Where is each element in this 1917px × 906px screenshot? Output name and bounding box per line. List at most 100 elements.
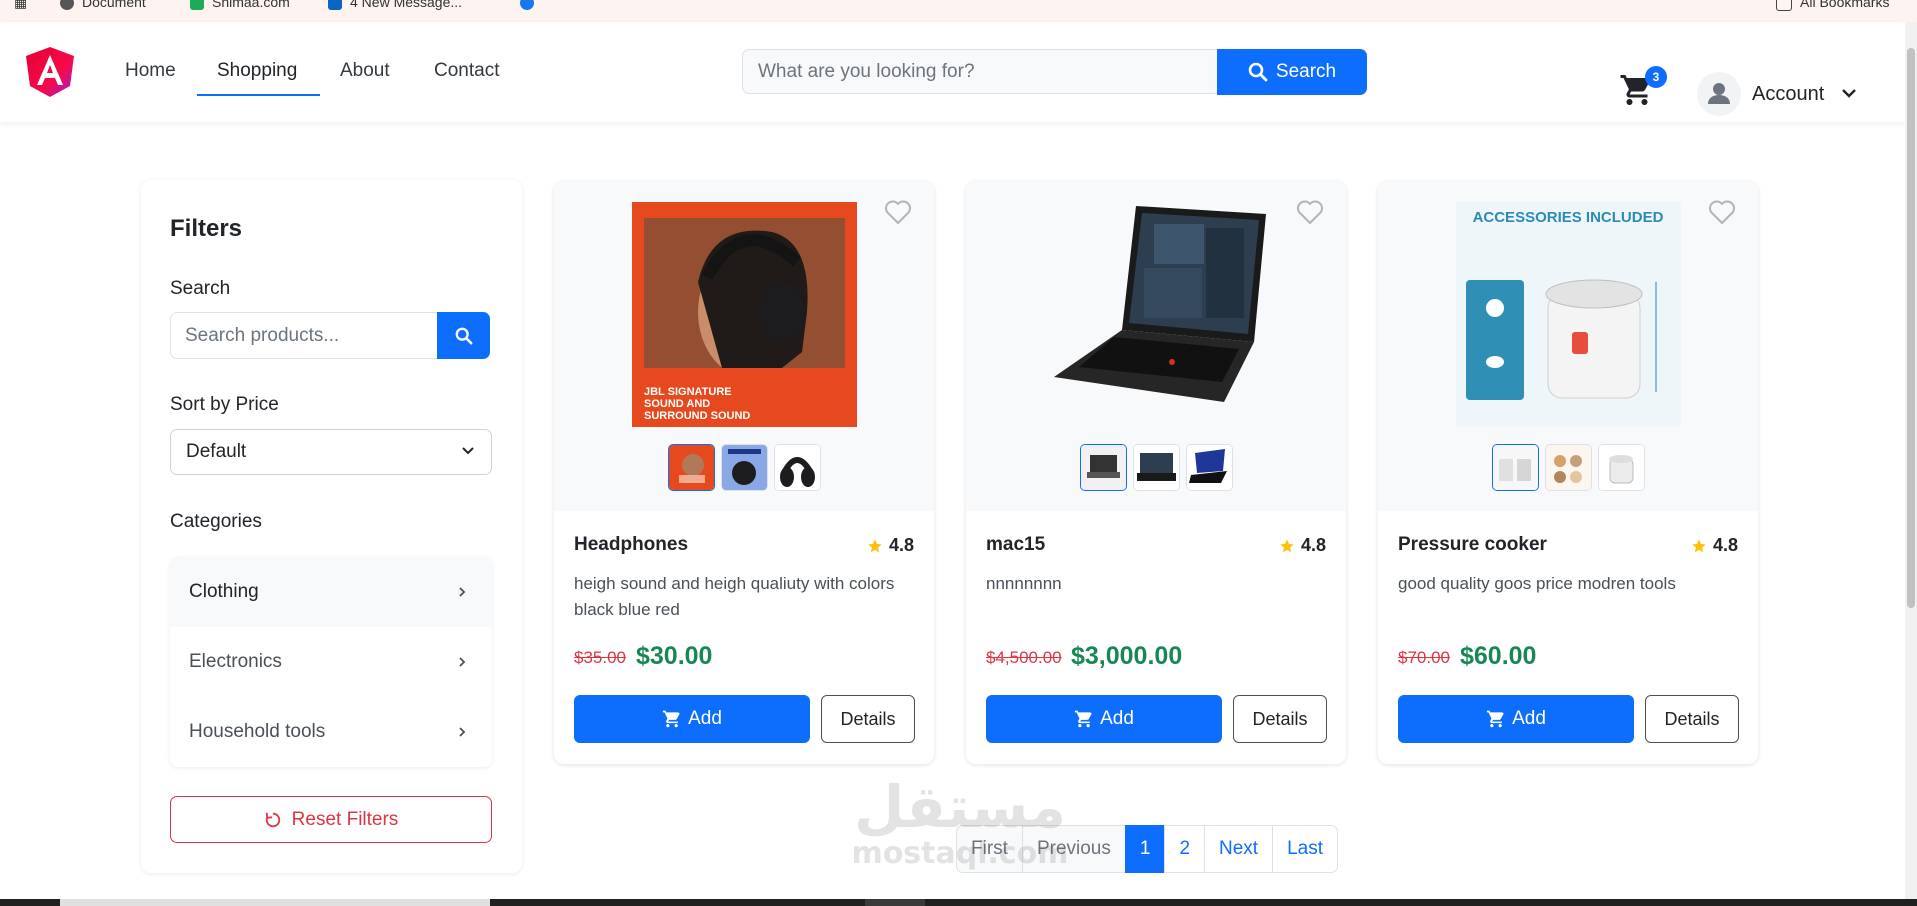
nav-contact[interactable]: Contact [434,60,499,82]
svg-text:JBL SIGNATURE: JBL SIGNATURE [644,386,732,398]
chevron-right-icon [459,587,466,597]
navbar: Home Shopping About Contact Search 3 Acc… [0,22,1905,122]
page-1[interactable]: 1 [1124,825,1166,873]
folder-icon [1776,0,1792,12]
filters-panel: Filters Search Sort by Price Default Cat… [141,180,522,873]
globe-icon [60,0,74,11]
product-name[interactable]: mac15 [986,534,1045,556]
cart-plus-icon [1486,710,1504,728]
product-search-button[interactable] [437,312,490,359]
sort-label: Sort by Price [170,394,279,415]
page-next[interactable]: Next [1204,825,1274,873]
watermark-latin: mostaql.com [851,836,1069,871]
filters-title: Filters [170,215,243,242]
product-description: heigh sound and heigh qualiuty with colo… [574,574,895,619]
thumbnail[interactable] [1185,444,1233,491]
watermark-arabic: مستقل [853,773,1067,841]
heart-icon[interactable] [1708,199,1736,225]
details-button[interactable]: Details [1233,695,1327,743]
svg-text:SURROUND SOUND: SURROUND SOUND [644,410,750,422]
thumbnail[interactable] [1491,444,1539,491]
product-description: nnnnnnnn [986,574,1062,593]
category-electronics[interactable]: Electronics [170,627,492,697]
thumbnail[interactable] [773,444,821,491]
page-2[interactable]: 2 [1164,825,1206,873]
product-card: mac15 4.8 nnnnnnnn $4,500.00 $3,000.00 A… [966,181,1346,764]
page-scrollbar[interactable] [1905,22,1917,899]
thumbnail[interactable] [667,444,715,491]
all-bookmarks[interactable]: All Bookmarks [1776,0,1889,12]
search-icon [455,327,472,344]
facebook-icon[interactable] [520,0,542,11]
thumbnail[interactable] [1079,444,1127,491]
reset-filters-button[interactable]: Reset Filters [170,796,492,843]
category-list: Clothing Electronics Household tools [170,557,492,767]
scrollbar-thumb[interactable] [1907,48,1915,608]
avatar[interactable] [1697,72,1741,116]
star-icon [868,538,882,552]
search-icon [1248,62,1268,82]
user-icon [1708,83,1730,104]
heart-icon[interactable] [884,199,912,225]
product-card: ACCESSORIES INCLUDED Pressure cooker 4.8… [1378,181,1758,764]
product-rating: 4.8 [1279,535,1326,556]
cart-count-badge: 3 [1645,66,1667,88]
product-image[interactable]: ACCESSORIES INCLUDED [1456,202,1681,427]
header-search-button[interactable]: Search [1217,49,1367,95]
product-card: JBL SIGNATURE SOUND AND SURROUND SOUND H… [554,181,934,764]
angular-logo-icon[interactable] [24,46,76,98]
apps-icon[interactable]: ▦ [14,0,27,11]
thumbnail[interactable] [1544,444,1592,491]
svg-text:SOUND AND: SOUND AND [644,398,710,410]
add-to-cart-button[interactable]: Add [574,695,810,743]
category-household-tools[interactable]: Household tools [170,697,492,767]
product-image[interactable] [1044,202,1269,427]
sort-select[interactable]: Default [170,429,492,475]
os-taskbar [0,899,1917,906]
product-description: good quality goos price modren tools [1398,574,1676,593]
thumbnail[interactable] [1132,444,1180,491]
product-rating: 4.8 [867,535,914,556]
nav-shopping[interactable]: Shopping [217,60,297,82]
thumbnail-strip [1378,444,1758,491]
bookmark-linkedin[interactable]: 4 New Message... [328,0,462,11]
thumbnail[interactable] [1597,444,1645,491]
add-to-cart-button[interactable]: Add [1398,695,1634,743]
product-image[interactable]: JBL SIGNATURE SOUND AND SURROUND SOUND [632,202,857,427]
site-icon [190,0,204,11]
thumbnail[interactable] [720,444,768,491]
chevron-down-icon [462,447,474,455]
heart-icon[interactable] [1296,199,1324,225]
product-media: ACCESSORIES INCLUDED [1378,181,1758,511]
star-icon [1692,538,1706,552]
product-name[interactable]: Headphones [574,534,688,556]
bookmark-document[interactable]: Document [60,0,146,11]
current-price: $60.00 [1460,642,1537,670]
chevron-down-icon[interactable] [1840,86,1858,100]
page-last[interactable]: Last [1272,825,1339,873]
thumbnail-strip [966,444,1346,491]
product-search-input[interactable] [170,312,437,359]
cart-plus-icon [1074,710,1092,728]
current-price: $30.00 [636,642,713,670]
header-search-input[interactable] [742,49,1218,94]
linkedin-icon [328,0,342,11]
account-menu-label[interactable]: Account [1752,83,1824,106]
category-clothing[interactable]: Clothing [170,557,492,627]
chevron-right-icon [459,657,466,667]
add-to-cart-button[interactable]: Add [986,695,1222,743]
bookmark-shimaa[interactable]: Shimaa.com [190,0,290,11]
reset-icon [265,812,280,827]
search-label: Search [170,278,231,299]
star-icon [1280,538,1294,552]
details-button[interactable]: Details [1645,695,1739,743]
product-media [966,181,1346,511]
old-price: $4,500.00 [986,648,1062,667]
bookmarks-bar: ▦ Document Shimaa.com 4 New Message... A… [0,0,1917,23]
nav-home[interactable]: Home [125,60,176,82]
details-button[interactable]: Details [821,695,915,743]
nav-about[interactable]: About [340,60,390,82]
product-rating: 4.8 [1691,535,1738,556]
thumbnail-strip [554,444,934,491]
product-name[interactable]: Pressure cooker [1398,534,1547,556]
